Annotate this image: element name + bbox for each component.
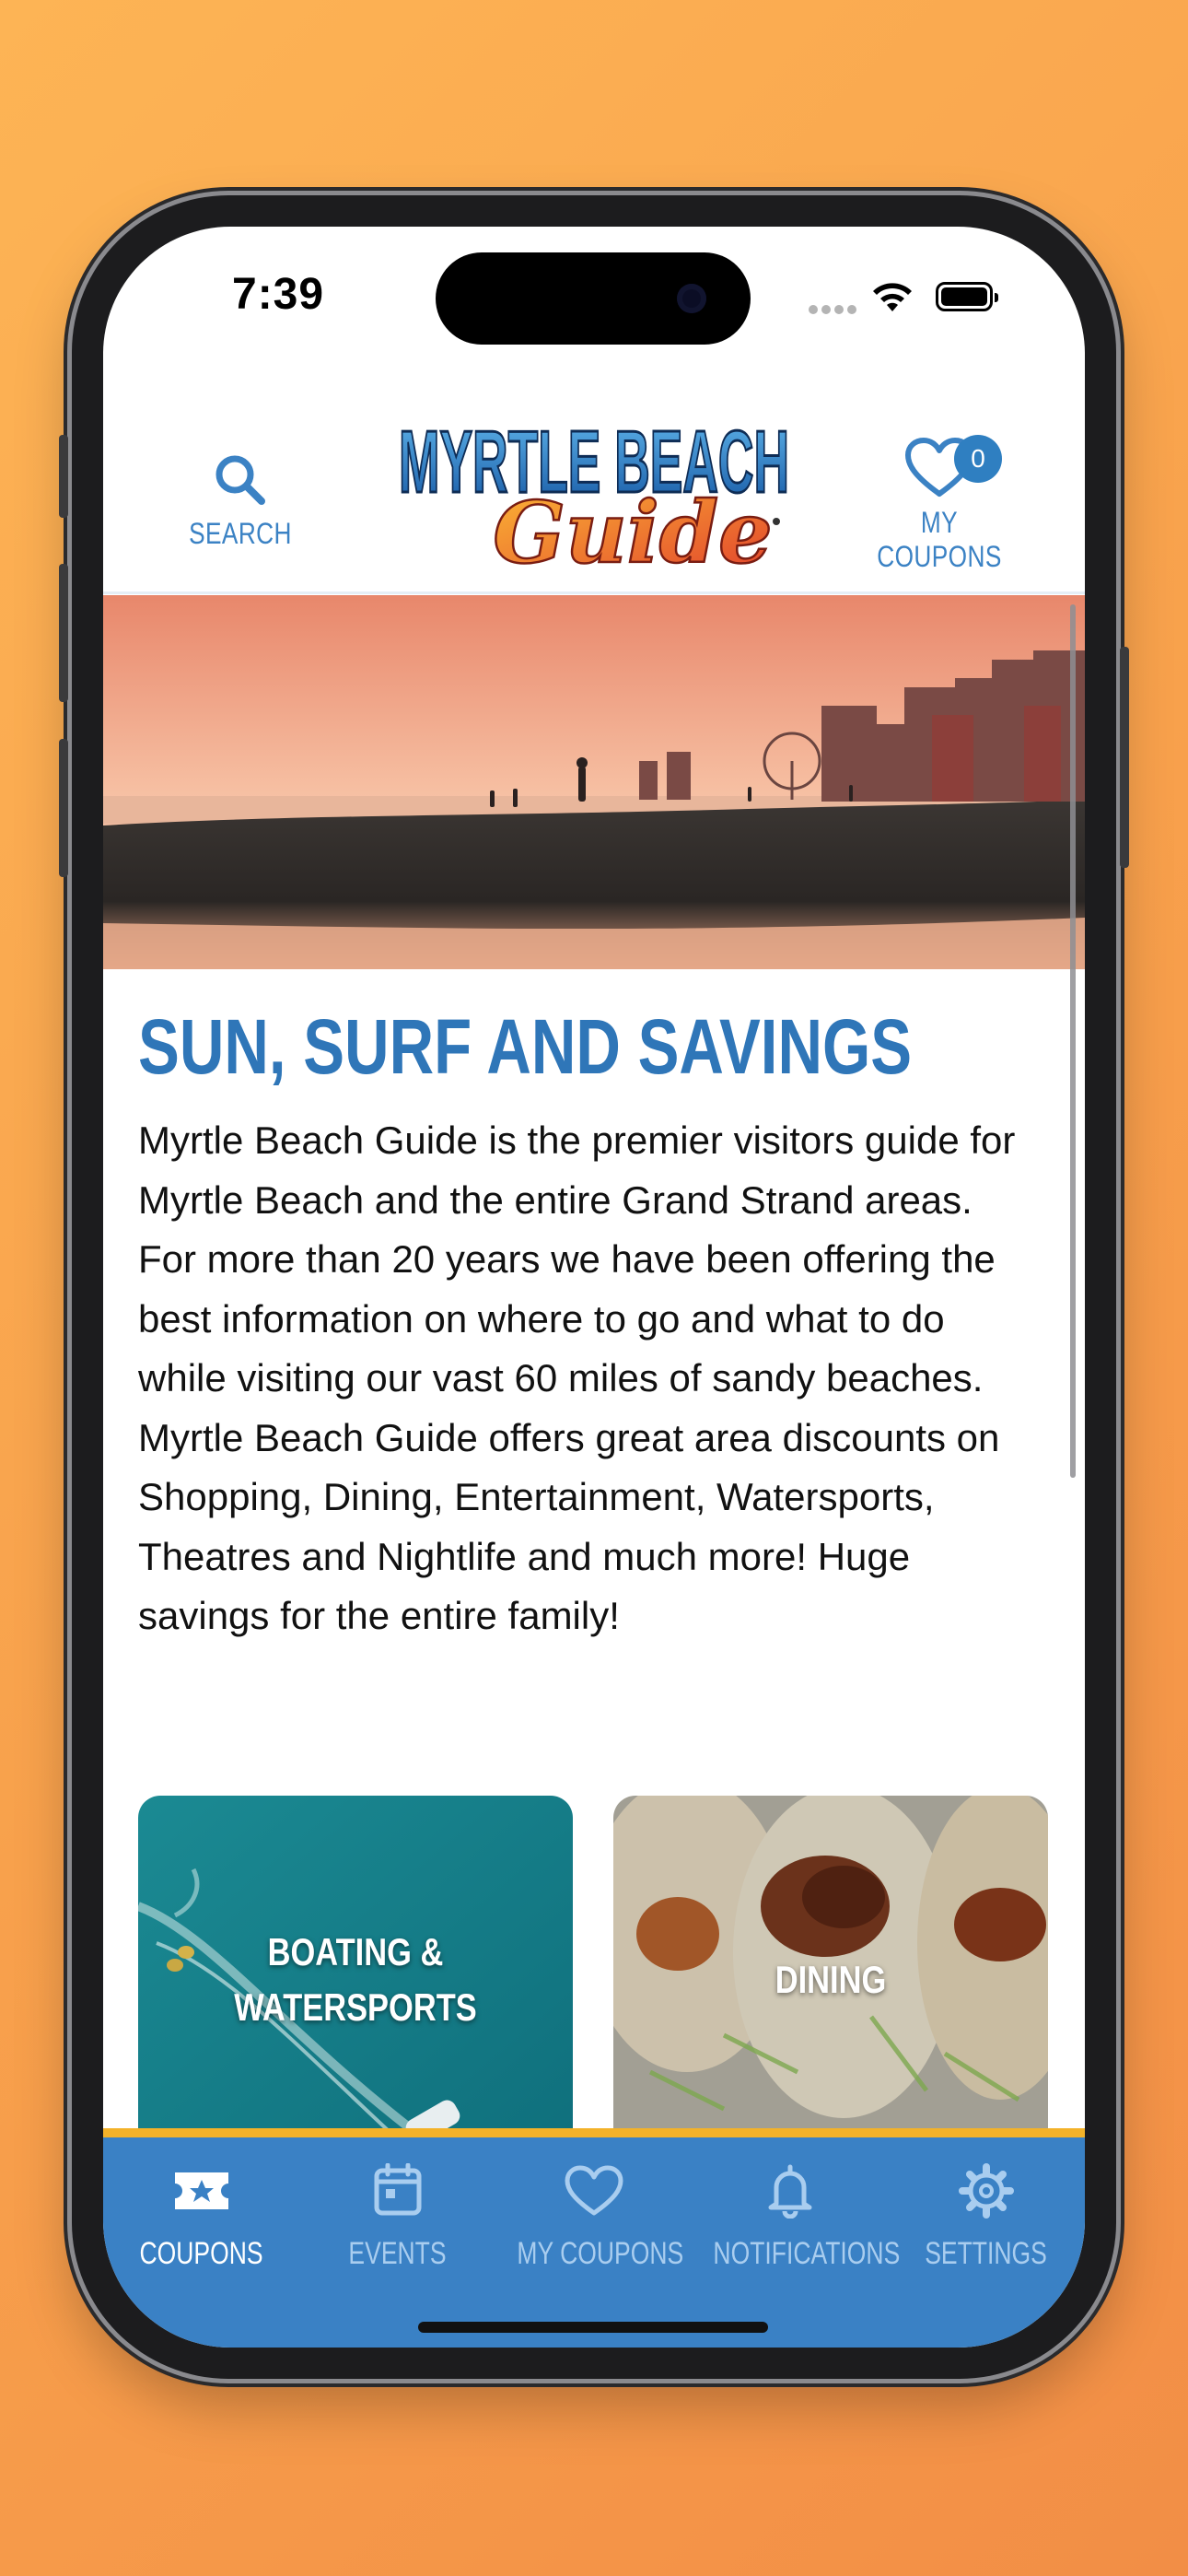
tab-settings-label: SETTINGS <box>925 2236 1047 2271</box>
home-indicator[interactable] <box>418 2322 768 2333</box>
calendar-icon <box>374 2162 421 2216</box>
mute-switch <box>59 435 68 518</box>
tab-my-coupons[interactable]: MY COUPONS <box>495 2163 692 2272</box>
status-time: 7:39 <box>232 270 325 319</box>
app-header: SEARCH MYRTLE BEACH Guide 0 MY COUPONS <box>103 374 1085 594</box>
tab-notifications[interactable]: NOTIFICATIONS <box>692 2163 901 2272</box>
wifi-icon <box>873 283 912 311</box>
myrtle-beach-guide-logo: MYRTLE BEACH Guide <box>391 407 797 584</box>
search-button[interactable]: SEARCH <box>166 448 315 551</box>
ticket-star-icon <box>174 2172 228 2209</box>
tab-coupons[interactable]: COUPONS <box>103 2163 299 2272</box>
tab-events[interactable]: EVENTS <box>299 2162 495 2272</box>
logo-line2: Guide <box>493 483 772 573</box>
search-icon <box>215 455 265 505</box>
tab-my-coupons-label: MY COUPONS <box>517 2236 684 2271</box>
gear-icon <box>958 2163 1014 2219</box>
intro-section: SUN, SURF AND SAVINGS Myrtle Beach Guide… <box>138 1001 1055 1646</box>
volume-down-button <box>59 739 68 877</box>
status-bar: 7:39 <box>103 227 1085 374</box>
tile-dining-label: DINING <box>775 1958 887 2001</box>
scroll-indicator[interactable] <box>1070 604 1076 1478</box>
tile-boating-watersports[interactable]: BOATING & WATERSPORTS <box>138 1796 573 2164</box>
tile-dining[interactable]: DINING <box>613 1796 1048 2164</box>
volume-up-button <box>59 564 68 702</box>
page-headline: SUN, SURF AND SAVINGS <box>138 1003 913 1090</box>
category-tiles: BOATING & WATERSPORTS DINING <box>138 1796 1050 2164</box>
tab-events-label: EVENTS <box>348 2236 447 2271</box>
dynamic-island <box>436 252 751 345</box>
bottom-tab-bar: COUPONS EVENTS MY COUPONS NOTIFICATIONS … <box>103 2128 1085 2348</box>
tab-coupons-label: COUPONS <box>139 2236 263 2271</box>
bell-icon <box>768 2164 811 2219</box>
tab-settings[interactable]: SETTINGS <box>888 2163 1084 2272</box>
my-coupons-label: MY COUPONS <box>877 506 1002 573</box>
heart-icon <box>565 2165 623 2216</box>
coupon-count-badge: 0 <box>954 435 1002 483</box>
intro-description: Myrtle Beach Guide is the premier visito… <box>138 1118 1016 1637</box>
hero-beach-image <box>103 595 1085 969</box>
battery-icon <box>936 282 998 311</box>
tile-boating-line2: WATERSPORTS <box>234 1985 477 2029</box>
power-button <box>1120 647 1129 868</box>
app-screen: 7:39 SEARCH MYRTLE BEACH Guide 0 MY COUP… <box>103 227 1085 2348</box>
tab-notifications-label: NOTIFICATIONS <box>713 2236 901 2271</box>
tile-boating-line1: BOATING & <box>267 1930 444 1973</box>
search-label: SEARCH <box>189 517 292 550</box>
my-coupons-header-button[interactable]: 0 MY COUPONS <box>838 435 1041 574</box>
cellular-signal-icon <box>809 302 860 319</box>
